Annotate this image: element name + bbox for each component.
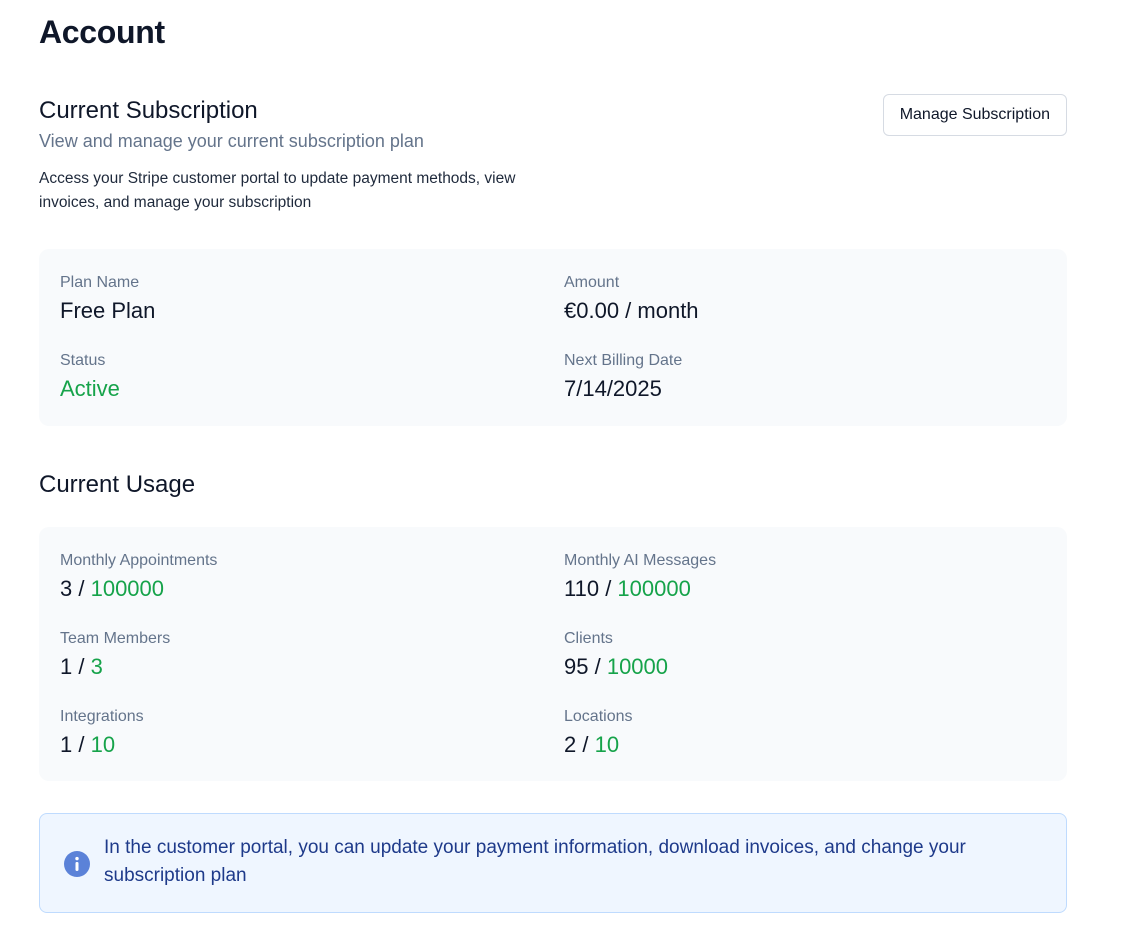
plan-name-label: Plan Name [60,274,140,291]
usage-item-label: Integrations [60,708,144,725]
usage-title: Current Usage [39,471,196,498]
usage-item-value: 3 / 100000 [60,576,165,601]
status-value: Active [60,376,120,401]
usage-item-value: 110 / 100000 [564,576,691,601]
usage-item: Integrations 1 / 10 [60,707,564,785]
usage-limit: 10000 [606,654,669,679]
info-text: In the customer portal, you can update y… [104,837,966,886]
usage-item: Locations 2 / 10 [564,707,1046,785]
usage-item-label: Monthly Appointments [60,552,218,569]
usage-item-value: 95 / 10000 [564,654,669,679]
plan-details-card: Plan Name Free Plan Amount €0.00 / month… [39,249,1067,426]
usage-item: Clients 95 / 10000 [564,629,1046,707]
usage-item-label: Team Members [60,630,171,647]
info-icon [64,851,90,877]
usage-used: 1 [60,654,73,679]
usage-item-label: Clients [564,630,613,647]
subscription-header: Current Subscription View and manage you… [39,94,1067,215]
usage-item-label: Monthly AI Messages [564,552,717,569]
usage-limit: 10 [594,732,620,757]
usage-item: Monthly Appointments 3 / 100000 [60,551,564,629]
amount-field: Amount €0.00 / month [564,273,1046,351]
usage-used: 110 [564,576,600,601]
info-alert: In the customer portal, you can update y… [39,813,1067,913]
usage-used: 1 [60,732,73,757]
page-title: Account [39,14,165,50]
usage-item-value: 1 / 3 [60,654,103,679]
usage-card: Monthly Appointments 3 / 100000 Monthly … [39,527,1067,781]
plan-name-field: Plan Name Free Plan [60,273,564,351]
usage-limit: 3 [90,654,103,679]
next-billing-value: 7/14/2025 [564,376,662,401]
usage-limit: 10 [90,732,116,757]
status-label: Status [60,352,106,369]
next-billing-label: Next Billing Date [564,352,683,369]
subscription-note: Access your Stripe customer portal to up… [39,170,516,211]
usage-limit: 100000 [617,576,691,601]
amount-label: Amount [564,274,620,291]
manage-subscription-button[interactable]: Manage Subscription [882,94,1067,136]
usage-item-value: 1 / 10 [60,732,116,757]
usage-item: Team Members 1 / 3 [60,629,564,707]
usage-used: 95 [564,654,589,679]
amount-value: €0.00 / month [564,298,699,323]
usage-item-label: Locations [564,708,633,725]
next-billing-field: Next Billing Date 7/14/2025 [564,351,1046,429]
usage-used: 3 [60,576,73,601]
usage-item: Monthly AI Messages 110 / 100000 [564,551,1046,629]
usage-limit: 100000 [90,576,165,601]
plan-name-value: Free Plan [60,298,156,323]
usage-item-value: 2 / 10 [564,732,620,757]
status-field: Status Active [60,351,564,429]
usage-used: 2 [564,732,577,757]
